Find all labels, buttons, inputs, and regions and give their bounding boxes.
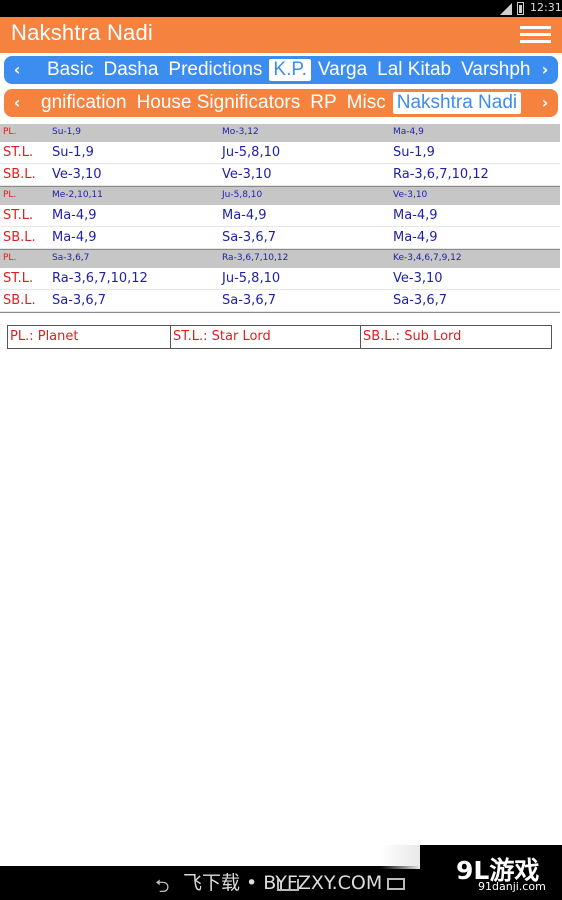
status-bar: 12:31 bbox=[0, 0, 562, 17]
planet-row: PL. Su-1,9 Mo-3,12 Ma-4,9 bbox=[0, 124, 560, 142]
tab-nakshtra-nadi[interactable]: Nakshtra Nadi bbox=[392, 92, 522, 114]
sub-lord-cell: Ve-3,10 bbox=[222, 167, 272, 182]
planet-cell: Ju-5,8,10 bbox=[222, 190, 263, 200]
sub-lord-cell: Sa-3,6,7 bbox=[393, 293, 447, 308]
star-lord-cell: Su-1,9 bbox=[52, 145, 94, 160]
watermark-logo-url: 91danji.com bbox=[478, 880, 546, 893]
table-block: PL. Su-1,9 Mo-3,12 Ma-4,9 ST.L. Su-1,9 J… bbox=[0, 124, 560, 186]
star-lord-cell: Ra-3,6,7,10,12 bbox=[52, 271, 148, 286]
tab-house-significators[interactable]: House Significators bbox=[134, 92, 304, 114]
star-lord-label: ST.L. bbox=[3, 271, 34, 286]
chevron-left-icon[interactable]: ‹ bbox=[8, 93, 26, 113]
chevron-left-icon[interactable]: ‹ bbox=[8, 60, 26, 80]
sub-lord-cell: Ve-3,10 bbox=[52, 167, 102, 182]
tab-lal-kitab[interactable]: Lal Kitab bbox=[374, 59, 454, 81]
watermark-logo: 9L游戏 91danji.com bbox=[420, 845, 562, 900]
clock: 12:31 bbox=[530, 1, 562, 14]
planet-cell: Su-1,9 bbox=[52, 127, 81, 137]
star-lord-cell: Ju-5,8,10 bbox=[222, 271, 281, 286]
nakshtra-nadi-table: PL. Su-1,9 Mo-3,12 Ma-4,9 ST.L. Su-1,9 J… bbox=[0, 124, 560, 313]
planet-cell: Ve-3,10 bbox=[393, 190, 428, 200]
sub-lord-row: SB.L. Ma-4,9 Sa-3,6,7 Ma-4,9 bbox=[0, 227, 560, 249]
tab-signification[interactable]: gnification bbox=[38, 92, 130, 114]
tab-misc[interactable]: Misc bbox=[344, 92, 389, 114]
star-lord-cell: Su-1,9 bbox=[393, 145, 435, 160]
block-divider bbox=[0, 312, 560, 313]
tab-varshph[interactable]: Varshph bbox=[458, 59, 533, 81]
tab-predictions[interactable]: Predictions bbox=[165, 59, 265, 81]
sub-lord-row: SB.L. Ve-3,10 Ve-3,10 Ra-3,6,7,10,12 bbox=[0, 164, 560, 186]
sub-lord-cell: Sa-3,6,7 bbox=[222, 230, 276, 245]
main-tab-strip: ‹ Basic Dasha Predictions K.P. Varga Lal… bbox=[4, 56, 558, 84]
app-bar: Nakshtra Nadi bbox=[0, 17, 562, 53]
sub-lord-cell: Ra-3,6,7,10,12 bbox=[393, 167, 489, 182]
star-lord-cell: Ma-4,9 bbox=[393, 208, 438, 223]
table-block: PL. Sa-3,6,7 Ra-3,6,7,10,12 Ke-3,4,6,7,9… bbox=[0, 250, 560, 312]
planet-cell: Mo-3,12 bbox=[222, 127, 259, 137]
star-lord-cell: Ma-4,9 bbox=[222, 208, 267, 223]
planet-label: PL. bbox=[3, 127, 17, 137]
sub-lord-cell: Ma-4,9 bbox=[52, 230, 97, 245]
star-lord-row: ST.L. Ra-3,6,7,10,12 Ju-5,8,10 Ve-3,10 bbox=[0, 268, 560, 290]
table-block: PL. Me-2,10,11 Ju-5,8,10 Ve-3,10 ST.L. M… bbox=[0, 187, 560, 249]
main-tabs: Basic Dasha Predictions K.P. Varga Lal K… bbox=[44, 56, 537, 84]
planet-label: PL. bbox=[3, 253, 17, 263]
planet-row: PL. Me-2,10,11 Ju-5,8,10 Ve-3,10 bbox=[0, 187, 560, 205]
sub-tabs: gnification House Significators RP Misc … bbox=[38, 89, 525, 117]
legend-box: PL.: Planet ST.L.: Star Lord SB.L.: Sub … bbox=[7, 325, 552, 349]
tab-varga[interactable]: Varga bbox=[315, 59, 370, 81]
tab-dasha[interactable]: Dasha bbox=[100, 59, 161, 81]
sub-lord-row: SB.L. Sa-3,6,7 Sa-3,6,7 Sa-3,6,7 bbox=[0, 290, 560, 312]
tab-rp[interactable]: RP bbox=[307, 92, 339, 114]
recent-apps-icon[interactable] bbox=[387, 878, 405, 890]
back-icon[interactable]: ⮌ bbox=[155, 874, 169, 900]
star-lord-row: ST.L. Su-1,9 Ju-5,8,10 Su-1,9 bbox=[0, 142, 560, 164]
sub-lord-cell: Sa-3,6,7 bbox=[52, 293, 106, 308]
page-title: Nakshtra Nadi bbox=[11, 20, 153, 45]
hamburger-menu-icon[interactable] bbox=[520, 26, 553, 46]
planet-cell: Sa-3,6,7 bbox=[52, 253, 90, 263]
chevron-right-icon[interactable]: › bbox=[536, 60, 554, 80]
star-lord-cell: Ju-5,8,10 bbox=[222, 145, 281, 160]
planet-cell: Ra-3,6,7,10,12 bbox=[222, 253, 289, 263]
chevron-right-icon[interactable]: › bbox=[536, 93, 554, 113]
planet-cell: Ma-4,9 bbox=[393, 127, 424, 137]
tab-basic[interactable]: Basic bbox=[44, 59, 96, 81]
tab-kp[interactable]: K.P. bbox=[269, 59, 311, 81]
sub-lord-cell: Ma-4,9 bbox=[393, 230, 438, 245]
legend-planet: PL.: Planet bbox=[8, 326, 171, 348]
sub-lord-label: SB.L. bbox=[3, 293, 36, 308]
sub-lord-label: SB.L. bbox=[3, 167, 36, 182]
watermark-gradient bbox=[380, 845, 420, 869]
planet-label: PL. bbox=[3, 190, 17, 200]
legend-sub-lord: SB.L.: Sub Lord bbox=[363, 329, 462, 344]
sub-lord-label: SB.L. bbox=[3, 230, 36, 245]
star-lord-label: ST.L. bbox=[3, 208, 34, 223]
planet-row: PL. Sa-3,6,7 Ra-3,6,7,10,12 Ke-3,4,6,7,9… bbox=[0, 250, 560, 268]
star-lord-cell: Ma-4,9 bbox=[52, 208, 97, 223]
sub-lord-cell: Sa-3,6,7 bbox=[222, 293, 276, 308]
battery-icon bbox=[517, 2, 524, 15]
star-lord-row: ST.L. Ma-4,9 Ma-4,9 Ma-4,9 bbox=[0, 205, 560, 227]
planet-cell: Ke-3,4,6,7,9,12 bbox=[393, 253, 462, 263]
signal-icon bbox=[500, 3, 512, 15]
star-lord-cell: Ve-3,10 bbox=[393, 271, 443, 286]
watermark-text: 飞下载 • BYFZXY.COM bbox=[183, 872, 383, 894]
planet-cell: Me-2,10,11 bbox=[52, 190, 103, 200]
sub-tab-strip: ‹ gnification House Significators RP Mis… bbox=[4, 89, 558, 117]
legend-star-lord: ST.L.: Star Lord bbox=[171, 326, 361, 348]
star-lord-label: ST.L. bbox=[3, 145, 34, 160]
